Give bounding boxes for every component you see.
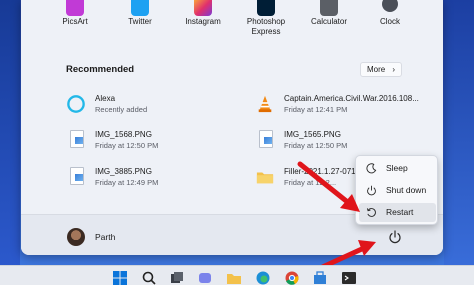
power-menu-shut-down[interactable]: Shut down (359, 181, 436, 200)
vlc-icon (258, 95, 272, 113)
calculator-icon (320, 0, 338, 16)
recommended-item-img-1565[interactable]: IMG_1565.PNG Friday at 12:50 PM (256, 128, 436, 154)
sleep-icon (366, 163, 377, 174)
image-file-icon (70, 130, 84, 148)
pinned-app-calculator[interactable]: Calculator (294, 0, 364, 26)
power-menu: Sleep Shut down Restart (355, 155, 438, 225)
terminal-icon[interactable] (342, 271, 356, 285)
recommended-item-alexa[interactable]: Alexa Recently added (67, 92, 247, 118)
twitter-icon (131, 0, 149, 16)
photoshop-express-icon (257, 0, 275, 16)
power-menu-sleep[interactable]: Sleep (359, 159, 436, 178)
power-icon[interactable] (388, 230, 402, 244)
store-icon[interactable] (313, 271, 327, 285)
recommended-item-img-1568[interactable]: IMG_1568.PNG Friday at 12:50 PM (67, 128, 247, 154)
restart-icon (366, 208, 376, 217)
desktop-wallpaper-right (444, 0, 474, 285)
file-explorer-icon[interactable] (227, 271, 241, 285)
task-view-icon[interactable] (170, 271, 184, 285)
alexa-icon (67, 95, 85, 113)
teams-chat-icon[interactable] (198, 271, 212, 285)
image-file-icon (70, 167, 84, 185)
folder-icon (256, 172, 274, 184)
pinned-app-instagram[interactable]: Instagram (168, 0, 238, 26)
chrome-icon[interactable] (285, 271, 299, 285)
recommended-item-img-3885[interactable]: IMG_3885.PNG Friday at 12:49 PM (67, 165, 247, 191)
search-icon[interactable] (142, 271, 156, 285)
pinned-app-picsart[interactable]: PicsArt (40, 0, 110, 26)
user-name[interactable]: Parth (95, 232, 115, 242)
taskbar (0, 265, 474, 285)
more-button[interactable]: More › (360, 62, 402, 77)
windows-start-icon[interactable] (113, 271, 127, 285)
power-menu-restart[interactable]: Restart (359, 203, 436, 222)
image-file-icon (259, 130, 273, 148)
instagram-icon (194, 0, 212, 16)
picsart-icon (66, 0, 84, 16)
desktop-wallpaper-left (0, 0, 20, 285)
recommended-item-captain-america[interactable]: Captain.America.Civil.War.2016.108... Fr… (256, 92, 436, 118)
pinned-app-twitter[interactable]: Twitter (105, 0, 175, 26)
edge-icon[interactable] (256, 271, 270, 285)
avatar[interactable] (67, 228, 85, 246)
power-icon (367, 185, 376, 196)
chevron-right-icon: › (392, 65, 395, 74)
pinned-apps: PicsArt Twitter Instagram Photoshop Expr… (21, 0, 443, 44)
recommended-heading: Recommended (66, 64, 135, 75)
pinned-app-clock[interactable]: Clock (355, 0, 425, 26)
clock-icon (382, 0, 398, 12)
pinned-app-photoshop-express[interactable]: Photoshop Express (231, 0, 301, 36)
